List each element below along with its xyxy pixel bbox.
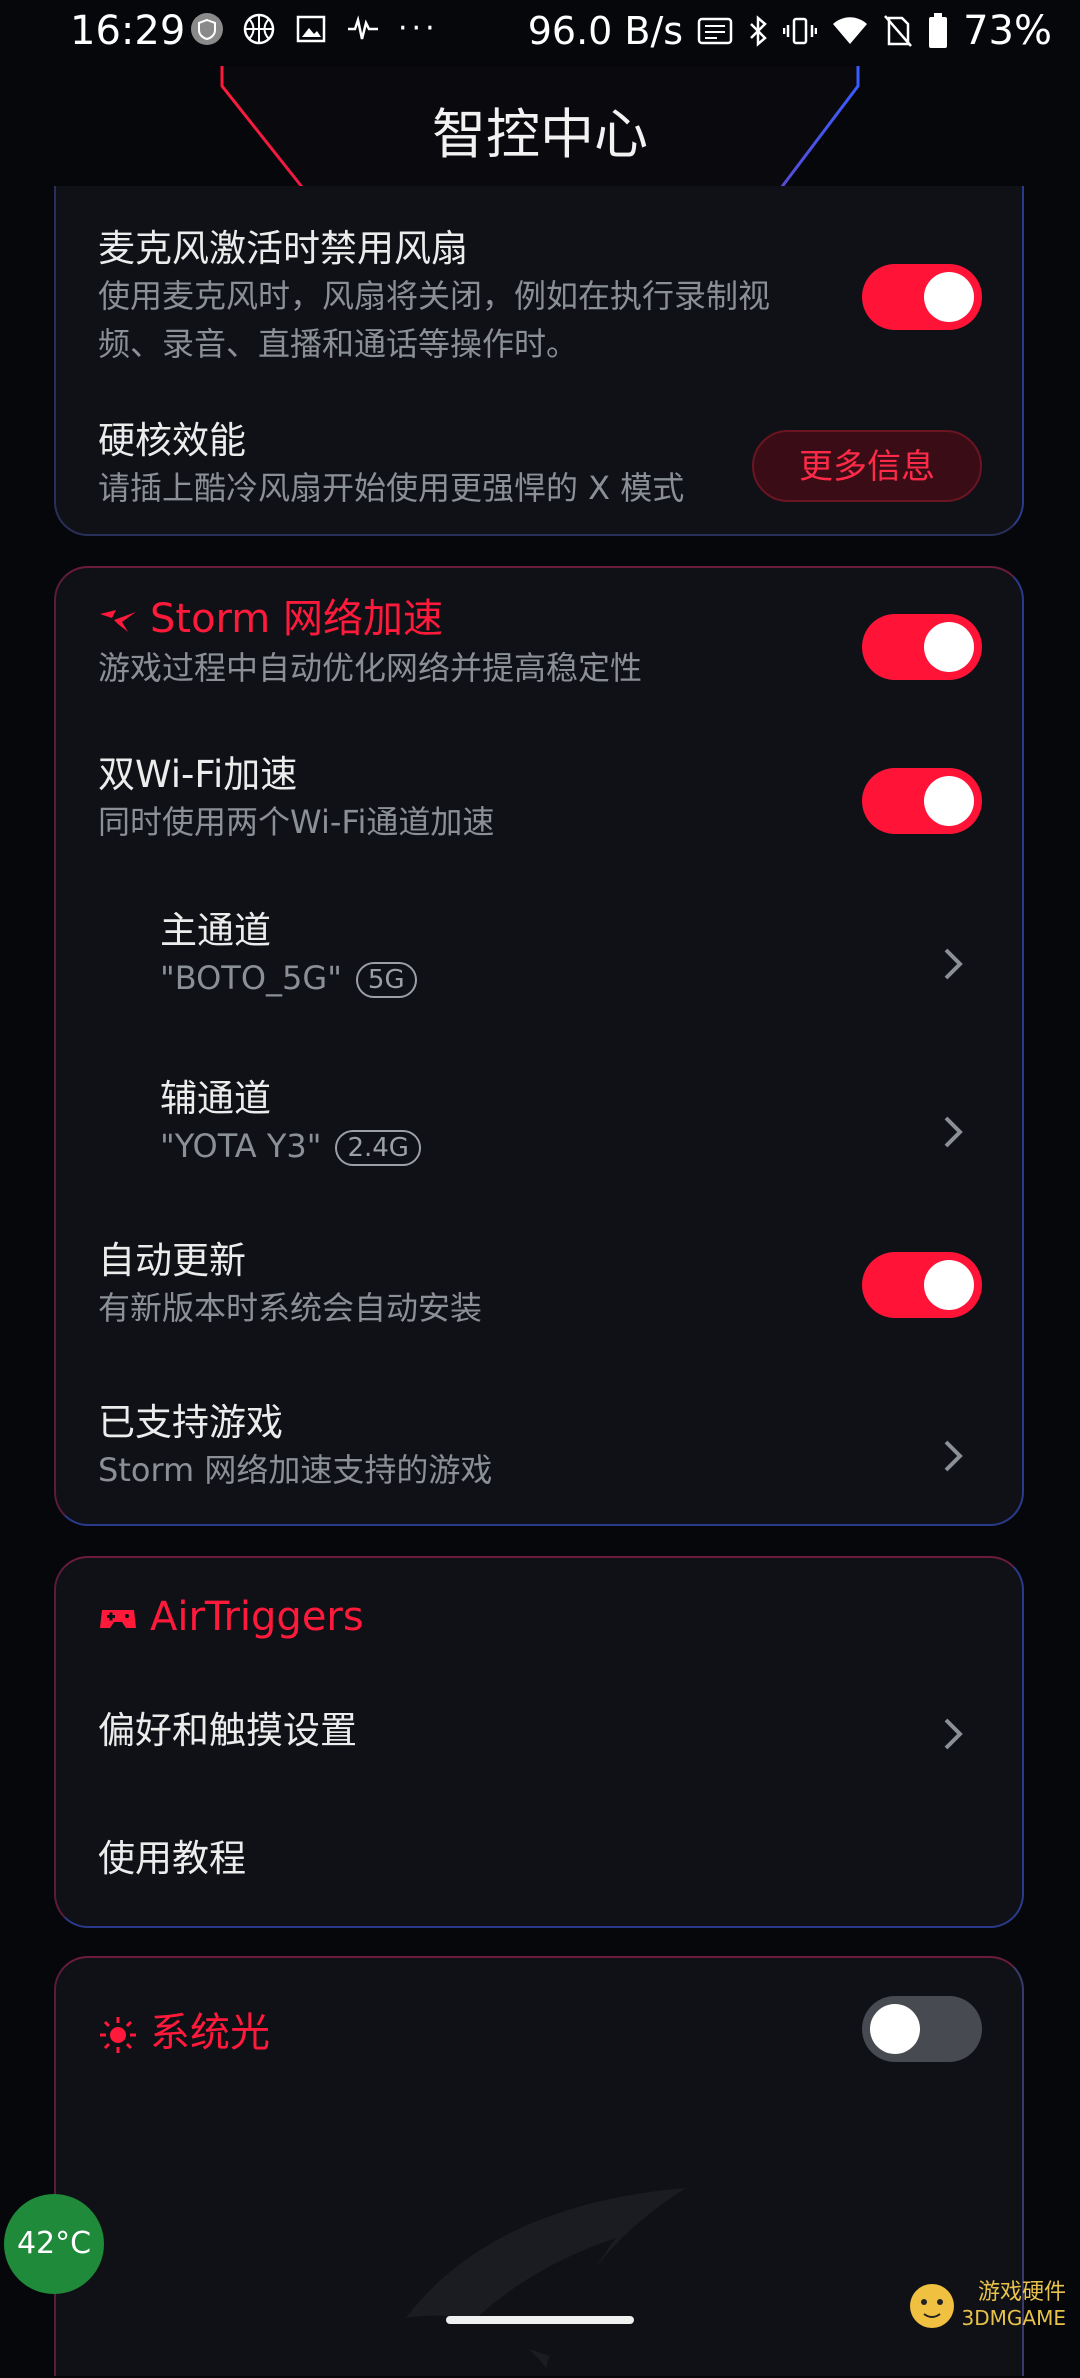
hardcore-subtitle: 请插上酷冷风扇开始使用更强悍的 X 模式 (98, 469, 685, 507)
dual-wifi-title: 双Wi-Fi加速 (98, 753, 298, 796)
status-bar: 16:29 ··· 96.0 B/s 73% (0, 0, 1080, 66)
status-time: 16:29 (70, 8, 186, 54)
chevron-right-icon[interactable] (938, 944, 966, 984)
chevron-right-icon[interactable] (938, 1714, 966, 1754)
airtriggers-card: AirTriggers 偏好和触摸设置 使用教程 (54, 1556, 1024, 1928)
storm-toggle[interactable] (862, 614, 982, 680)
battery-icon (929, 13, 948, 48)
primary-band-badge: 5G (355, 962, 417, 998)
supported-games-title: 已支持游戏 (98, 1401, 283, 1444)
airtriggers-header: AirTriggers (98, 1592, 980, 1642)
image-icon (296, 15, 326, 43)
toggle-knob (924, 622, 974, 672)
auto-update-toggle[interactable] (862, 1252, 982, 1318)
auto-update-subtitle: 有新版本时系统会自动安装 (98, 1289, 483, 1327)
watermark-line2: 3DMGAME (961, 2306, 1066, 2330)
storm-subtitle: 游戏过程中自动优化网络并提高稳定性 (98, 649, 643, 687)
auto-hz-icon (697, 17, 733, 45)
auto-update-title: 自动更新 (98, 1239, 246, 1282)
hardcore-title: 硬核效能 (98, 419, 246, 462)
wifi-icon (833, 17, 868, 44)
airtriggers-title: AirTriggers (150, 1594, 364, 1640)
toggle-knob (870, 2004, 920, 2054)
more-dots-icon: ··· (398, 11, 439, 46)
supported-games-item[interactable]: 已支持游戏 Storm 网络加速支持的游戏 (98, 1400, 882, 1500)
dual-wifi-toggle[interactable] (862, 768, 982, 834)
system-light-header: 系统光 (98, 2008, 980, 2058)
system-light-card: 系统光 (54, 1956, 1024, 2376)
vibrate-icon (783, 17, 818, 45)
toggle-knob (924, 272, 974, 322)
basketball-icon (243, 13, 275, 45)
storm-header: Storm 网络加速 游戏过程中自动优化网络并提高稳定性 (98, 594, 802, 692)
toggle-knob (924, 776, 974, 826)
storm-icon (100, 610, 136, 632)
hardcore-setting: 硬核效能 请插上酷冷风扇开始使用更强悍的 X 模式 (98, 418, 742, 512)
page-title: 智控中心 (432, 103, 648, 166)
secondary-band-badge: 2.4G (335, 1130, 421, 1166)
fan-settings-card: 麦克风激活时禁用风扇 使用麦克风时，风扇将关闭，例如在执行录制视频、录音、直播和… (54, 186, 1024, 536)
mic-fan-toggle[interactable] (862, 264, 982, 330)
gamepad-icon (100, 1610, 136, 1628)
storm-title: Storm 网络加速 (150, 596, 443, 642)
rog-logo-watermark (406, 2188, 686, 2368)
primary-channel-title: 主通道 (160, 909, 271, 952)
mic-fan-title: 麦克风激活时禁用风扇 (98, 227, 468, 270)
system-light-toggle[interactable] (862, 1996, 982, 2062)
storm-card: Storm 网络加速 游戏过程中自动优化网络并提高稳定性 双Wi-Fi加速 同时… (54, 566, 1024, 1526)
tutorial-title: 使用教程 (98, 1837, 246, 1880)
bluetooth-icon (750, 15, 767, 47)
mic-fan-subtitle: 使用麦克风时，风扇将关闭，例如在执行录制视频、录音、直播和通话等操作时。 (98, 277, 771, 363)
tutorial-item[interactable]: 使用教程 (98, 1836, 980, 1906)
primary-channel-ssid: "BOTO_5G" (160, 959, 342, 997)
battery-percent: 73% (963, 8, 1052, 54)
mic-fan-setting: 麦克风激活时禁用风扇 使用麦克风时，风扇将关闭，例如在执行录制视频、录音、直播和… (98, 226, 802, 368)
watermark-line1: 游戏硬件 (977, 2280, 1066, 2305)
primary-channel-item[interactable]: 主通道 "BOTO_5G" 5G (160, 908, 882, 1028)
secondary-channel-title: 辅通道 (160, 1077, 271, 1120)
prefs-touch-title: 偏好和触摸设置 (98, 1709, 357, 1752)
auto-update-setting: 自动更新 有新版本时系统会自动安装 (98, 1238, 802, 1332)
sun-icon (100, 2017, 136, 2053)
system-light-title: 系统光 (150, 2010, 270, 2056)
mascot-icon (910, 2284, 954, 2328)
more-info-button[interactable]: 更多信息 (752, 430, 982, 502)
temperature-badge[interactable]: 42°C (4, 2194, 104, 2294)
waveform-icon (348, 15, 378, 40)
chevron-right-icon[interactable] (938, 1436, 966, 1476)
toggle-knob (924, 1260, 974, 1310)
secondary-channel-ssid: "YOTA Y3" (160, 1127, 322, 1165)
chevron-right-icon[interactable] (938, 1112, 966, 1152)
dual-wifi-setting: 双Wi-Fi加速 同时使用两个Wi-Fi通道加速 (98, 752, 802, 846)
no-sim-icon (884, 15, 913, 47)
supported-games-subtitle: Storm 网络加速支持的游戏 (98, 1451, 493, 1489)
shield-app-icon (191, 13, 223, 45)
home-indicator[interactable] (446, 2316, 634, 2324)
header: 智控中心 (0, 66, 1080, 206)
net-speed: 96.0 B/s (527, 9, 684, 53)
dual-wifi-subtitle: 同时使用两个Wi-Fi通道加速 (98, 803, 495, 841)
secondary-channel-item[interactable]: 辅通道 "YOTA Y3" 2.4G (160, 1076, 882, 1196)
prefs-touch-item[interactable]: 偏好和触摸设置 (98, 1708, 882, 1778)
